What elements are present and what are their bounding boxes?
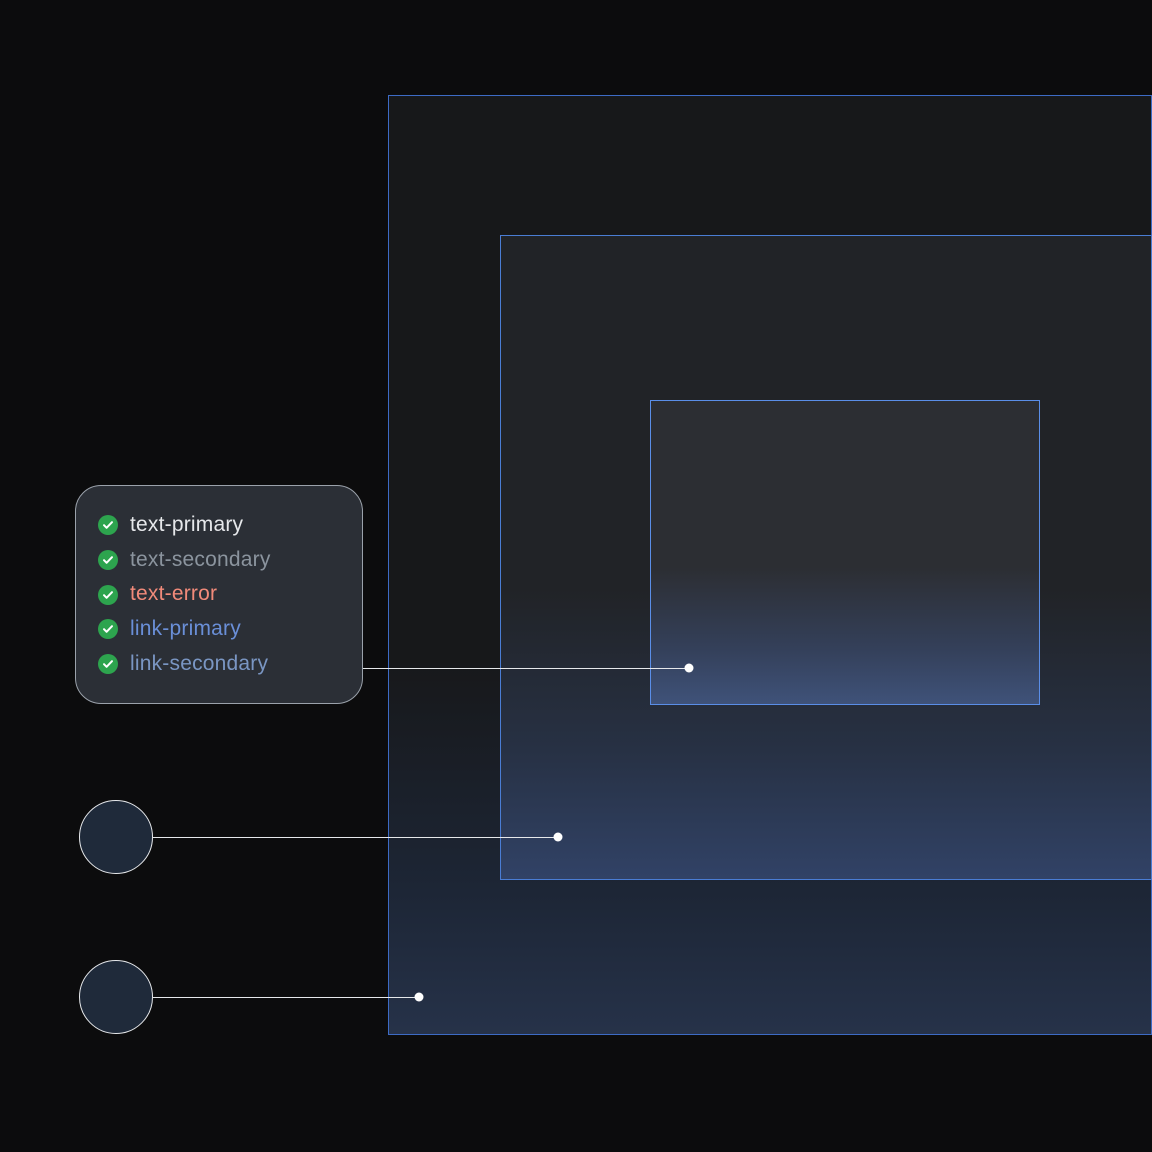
check-icon — [98, 619, 118, 639]
check-icon — [98, 550, 118, 570]
connector-dot — [415, 993, 424, 1002]
token-label: text-error — [130, 577, 217, 612]
layer-inner — [650, 400, 1040, 705]
connector-circle-to-middle — [153, 837, 558, 838]
check-icon — [98, 585, 118, 605]
connector-dot — [554, 833, 563, 842]
token-label: link-secondary — [130, 647, 268, 682]
connector-panel-to-inner — [363, 668, 689, 669]
connector-dot — [685, 664, 694, 673]
token-row-text-secondary: text-secondary — [98, 543, 340, 578]
swatch-circle-middle — [79, 800, 153, 874]
token-label: text-secondary — [130, 543, 271, 578]
swatch-circle-outer — [79, 960, 153, 1034]
check-icon — [98, 654, 118, 674]
token-row-link-primary: link-primary — [98, 612, 340, 647]
check-icon — [98, 515, 118, 535]
token-row-text-primary: text-primary — [98, 508, 340, 543]
token-label: text-primary — [130, 508, 243, 543]
token-row-link-secondary: link-secondary — [98, 647, 340, 682]
connector-circle-to-outer — [153, 997, 419, 998]
token-panel: text-primary text-secondary text-error l… — [75, 485, 363, 704]
token-label: link-primary — [130, 612, 241, 647]
token-row-text-error: text-error — [98, 577, 340, 612]
